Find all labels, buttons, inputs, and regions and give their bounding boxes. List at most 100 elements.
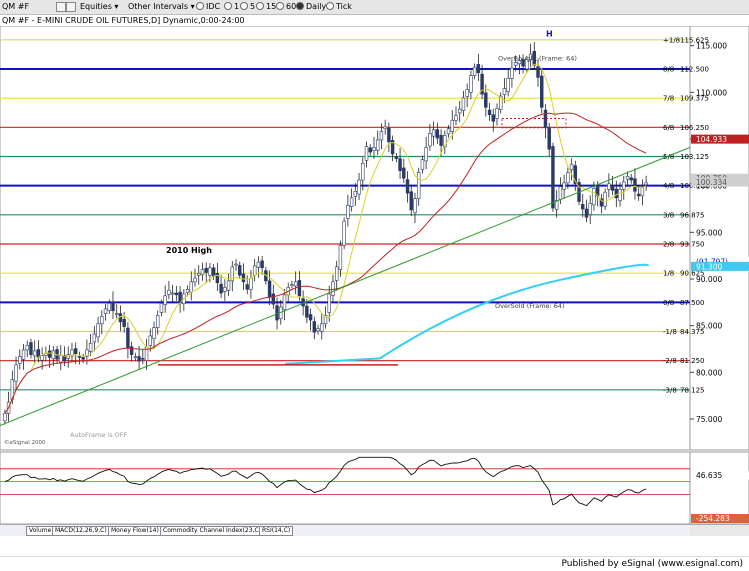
candle-body	[618, 189, 622, 201]
candle-body	[331, 281, 335, 296]
osc-lower-label: -254.283	[696, 514, 730, 523]
candle-body	[629, 177, 633, 181]
tab-volume[interactable]: Volume	[26, 526, 55, 536]
candle-body	[312, 321, 317, 333]
candle-body	[581, 204, 585, 210]
candle-body	[506, 78, 510, 92]
murrey-value: 81.250	[680, 357, 705, 365]
publisher-credit: Published by eSignal (www.esignal.com)	[561, 559, 743, 569]
candle-body	[226, 280, 231, 291]
candle-body	[170, 292, 175, 295]
candle-body	[234, 263, 238, 266]
candle-body	[454, 115, 458, 121]
tab-money-flow[interactable]: Money Flow(14)	[108, 526, 162, 536]
candle-body	[428, 133, 432, 147]
candle-body	[603, 191, 607, 207]
candle-body	[96, 323, 100, 338]
candle-body	[174, 292, 179, 296]
murrey-value: 84.375	[680, 328, 705, 336]
murrey-label: 3/8	[663, 211, 674, 219]
candle-body	[271, 293, 276, 305]
candle-body	[375, 139, 380, 151]
tab-macd[interactable]: MACD(12,26,9,C)	[52, 526, 110, 536]
murrey-label: 2/8	[663, 241, 674, 249]
candle-body	[260, 260, 264, 269]
other-intervals-menu[interactable]: Other Intervals ▾	[128, 0, 195, 14]
tab-rsi[interactable]: RSI(14,C)	[259, 526, 294, 536]
interval-1-label: 1	[234, 2, 240, 11]
candle-body	[25, 344, 29, 351]
annotation-oversold: OverSold (Frame: 64)	[495, 302, 565, 310]
candle-body	[640, 187, 645, 197]
interval-60[interactable]: 60	[276, 0, 296, 14]
candle-body	[495, 107, 499, 119]
candle-body	[610, 184, 615, 191]
candle-body	[103, 308, 108, 314]
candle-body	[342, 220, 346, 246]
candle-body	[92, 333, 97, 343]
candle-body	[394, 156, 399, 159]
murrey-value: 109.375	[680, 95, 709, 103]
candle-body	[636, 193, 641, 197]
candle-body	[353, 190, 358, 197]
interval-5[interactable]: 5	[240, 0, 255, 14]
oscillator-panel	[0, 451, 691, 524]
osc-value-label: 46.635	[696, 471, 722, 480]
candle-body	[502, 88, 507, 95]
murrey-value: 103.125	[680, 153, 709, 161]
candle-body	[346, 204, 350, 219]
horizontal-scrollbar[interactable]	[690, 524, 749, 536]
candle-body	[592, 188, 596, 206]
back-icon[interactable]	[56, 2, 66, 12]
interval-1[interactable]: 1	[224, 0, 239, 14]
interval-15[interactable]: 15	[256, 0, 276, 14]
candle-body	[383, 126, 387, 130]
add-icon[interactable]	[66, 2, 76, 12]
price-chart[interactable]: 75.00080.00085.00090.00095.000100.000105…	[0, 15, 749, 524]
murrey-value: 112.500	[680, 66, 709, 74]
candle-body	[47, 350, 52, 358]
murrey-label: 6/8	[663, 124, 674, 132]
symbol-label[interactable]: QM #F	[2, 0, 29, 14]
candle-body	[439, 134, 443, 146]
candle-body	[167, 289, 171, 295]
candle-body	[398, 158, 402, 172]
murrey-label: 4/8	[663, 182, 674, 190]
candle-body	[379, 131, 384, 141]
candle-body	[14, 364, 18, 382]
interval-tick[interactable]: Tick	[326, 0, 352, 14]
annotation-high-marker: H	[546, 29, 553, 38]
candle-body	[484, 92, 488, 108]
candle-body	[245, 284, 249, 290]
candle-body	[368, 147, 372, 153]
candle-body	[614, 188, 619, 199]
interval-60-label: 60	[286, 2, 297, 11]
candle-body	[252, 265, 257, 276]
candle-body	[107, 302, 111, 311]
murrey-label: 7/8	[663, 95, 674, 103]
candle-body	[607, 183, 611, 190]
candle-body	[141, 358, 145, 360]
candle-body	[622, 181, 626, 190]
tab-cci[interactable]: Commodity Channel Index(23,C)	[160, 526, 264, 536]
candle-body	[305, 305, 309, 318]
candle-body	[223, 287, 227, 292]
candle-body	[458, 108, 462, 114]
other-intervals-label: Other Intervals	[128, 2, 189, 11]
interval-idc[interactable]: IDC	[196, 0, 220, 14]
candle-body	[558, 186, 563, 200]
candle-body	[424, 147, 428, 162]
candle-body	[316, 328, 320, 332]
candle-body	[40, 355, 44, 361]
candle-body	[200, 269, 205, 276]
interval-daily[interactable]: Daily	[296, 0, 326, 14]
murrey-label: -3/8	[663, 386, 677, 394]
candle-body	[409, 191, 413, 211]
candle-body	[77, 356, 82, 358]
candle-body	[152, 327, 156, 340]
candle-body	[275, 305, 279, 321]
candle-body	[178, 291, 182, 303]
murrey-value: 87.500	[680, 299, 705, 307]
equities-menu[interactable]: Equities ▾	[80, 0, 118, 14]
candle-body	[185, 288, 190, 293]
